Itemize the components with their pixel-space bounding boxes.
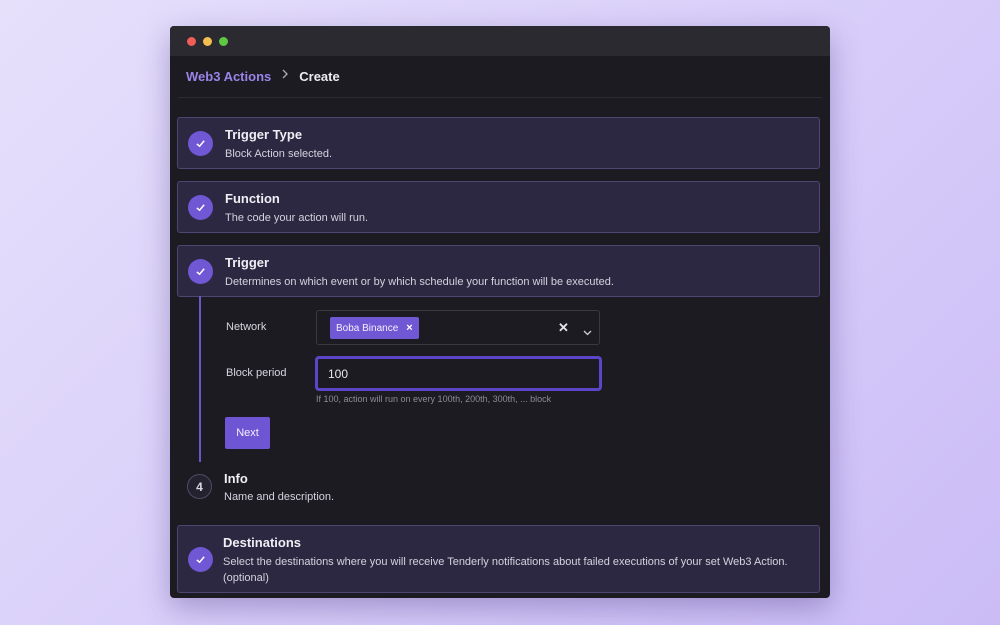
check-icon bbox=[188, 547, 213, 572]
close-window-button[interactable] bbox=[187, 36, 196, 46]
breadcrumb: Web3 Actions Create bbox=[178, 56, 822, 98]
step-description: Block Action selected. bbox=[225, 148, 333, 160]
remove-chip-icon[interactable]: × bbox=[406, 322, 412, 334]
block-period-hint: If 100, action will run on every 100th, … bbox=[316, 394, 552, 404]
block-period-label: Block period bbox=[226, 367, 287, 379]
step-description: Select the destinations where you will r… bbox=[223, 556, 788, 584]
step-progress-rail bbox=[199, 296, 201, 462]
zoom-window-button[interactable] bbox=[219, 36, 228, 46]
app-window: Web3 Actions Create Trigger Type Block A… bbox=[170, 26, 830, 598]
clear-selection-icon[interactable]: ✕ bbox=[558, 320, 569, 336]
network-chip-label: Boba Binance bbox=[336, 322, 399, 334]
breadcrumb-current: Create bbox=[299, 69, 340, 84]
chevron-right-icon bbox=[281, 68, 289, 82]
step-info-description: Name and description. bbox=[224, 491, 335, 503]
breadcrumb-web3-actions-link[interactable]: Web3 Actions bbox=[186, 69, 271, 84]
step-trigger[interactable]: Trigger Determines on which event or by … bbox=[177, 245, 820, 297]
step-function[interactable]: Function The code your action will run. bbox=[177, 181, 820, 233]
block-period-input[interactable] bbox=[315, 356, 602, 391]
title-bar bbox=[170, 26, 830, 56]
step-title: Trigger Type bbox=[225, 127, 303, 142]
check-icon bbox=[188, 195, 213, 220]
step-trigger-type[interactable]: Trigger Type Block Action selected. bbox=[177, 117, 820, 169]
step-title: Trigger bbox=[225, 255, 270, 270]
step-description: Determines on which event or by which sc… bbox=[225, 276, 614, 288]
step-number-badge: 4 bbox=[187, 474, 212, 499]
step-description: The code your action will run. bbox=[225, 212, 369, 224]
step-info-title[interactable]: Info bbox=[224, 471, 248, 486]
check-icon bbox=[188, 131, 213, 156]
check-icon bbox=[188, 259, 213, 284]
chevron-down-icon[interactable] bbox=[583, 323, 592, 341]
step-title: Destinations bbox=[223, 535, 302, 550]
network-label: Network bbox=[226, 321, 267, 333]
minimize-window-button[interactable] bbox=[203, 36, 212, 46]
network-select[interactable]: Boba Binance × ✕ bbox=[316, 310, 600, 345]
network-chip: Boba Binance × bbox=[330, 317, 419, 339]
step-title: Function bbox=[225, 191, 280, 206]
step-destinations[interactable]: Destinations Select the destinations whe… bbox=[177, 525, 820, 593]
next-button[interactable]: Next bbox=[225, 417, 270, 449]
